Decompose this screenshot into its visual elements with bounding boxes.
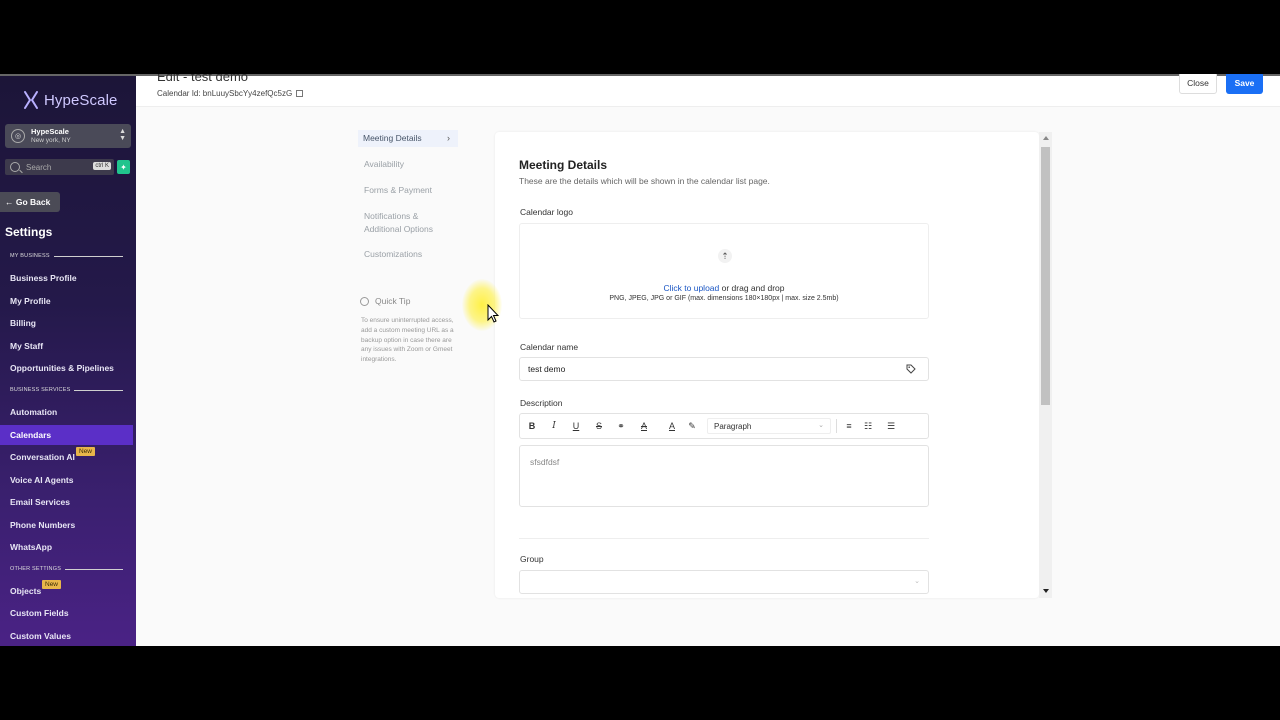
scroll-up-arrow-icon[interactable] <box>1043 136 1049 140</box>
page-title: Edit - test demo <box>157 74 249 84</box>
click-to-upload-link[interactable]: Click to upload <box>664 283 720 293</box>
paragraph-select[interactable]: Paragraph ⌄ <box>707 418 831 434</box>
calendar-logo-label: Calendar logo <box>520 207 573 217</box>
logo-upload-dropzone[interactable]: ⇡ Click to upload or drag and drop PNG, … <box>519 223 929 319</box>
tab-meeting-details[interactable]: Meeting Details › <box>358 130 458 147</box>
strikethrough-icon[interactable]: S <box>593 420 605 432</box>
sidebar-item-conversation-ai[interactable]: Conversation AI <box>0 447 133 467</box>
rich-text-toolbar: B I U S ⚭ A A ✎ Paragraph ⌄ ≡ ☷ ☰ <box>519 413 929 439</box>
toolbar-divider <box>836 419 837 433</box>
chevron-updown-icon: ▲ ▼ <box>119 128 126 142</box>
card-scrollbar[interactable] <box>1039 132 1052 598</box>
quick-action-button[interactable]: ✦ <box>117 160 130 174</box>
search-icon <box>10 162 20 172</box>
scroll-thumb[interactable] <box>1041 147 1050 405</box>
bold-icon[interactable]: B <box>526 420 538 432</box>
description-label: Description <box>520 398 563 408</box>
sidebar-item-my-staff[interactable]: My Staff <box>0 336 133 356</box>
section-business-services: BUSINESS SERVICES <box>10 387 123 393</box>
mouse-cursor-icon <box>487 304 499 323</box>
sidebar-item-business-profile[interactable]: Business Profile <box>0 268 133 288</box>
paragraph-select-value: Paragraph <box>714 421 752 431</box>
section-divider <box>519 538 929 539</box>
calendar-name-label: Calendar name <box>520 342 579 352</box>
search-placeholder: Search <box>26 162 52 172</box>
calendar-id-text: Calendar Id: bnLuuySbcYy4zefQc5zG <box>157 89 293 98</box>
search-shortcut: ctrl K <box>93 162 111 170</box>
close-button[interactable]: Close <box>1179 74 1217 94</box>
chevron-down-icon: ⌄ <box>818 422 824 429</box>
clear-format-icon[interactable]: A <box>638 420 650 432</box>
sidebar-item-objects[interactable]: Objects <box>0 581 133 601</box>
location-city: New york, NY <box>31 137 71 144</box>
group-label: Group <box>520 554 544 564</box>
sidebar-item-calendars[interactable]: Calendars <box>0 425 133 445</box>
calendar-name-value: test demo <box>528 364 566 374</box>
new-badge-conversation-ai: New <box>76 447 96 456</box>
sidebar: HypeScale ◎ HypeScale New york, NY ▲ ▼ Se… <box>0 76 136 646</box>
sidebar-item-voice-ai[interactable]: Voice AI Agents <box>0 470 133 490</box>
save-button[interactable]: Save <box>1226 74 1263 94</box>
sidebar-item-custom-values[interactable]: Custom Values <box>0 626 133 646</box>
quick-tip-text: To ensure uninterrupted access, add a cu… <box>361 317 454 364</box>
section-other-settings: OTHER SETTINGS <box>10 566 123 572</box>
sidebar-item-whatsapp[interactable]: WhatsApp <box>0 537 133 557</box>
section-title: Meeting Details <box>519 158 608 172</box>
sidebar-item-phone-numbers[interactable]: Phone Numbers <box>0 515 133 535</box>
tab-notifications[interactable]: Notifications & Additional Options <box>359 210 459 236</box>
bolt-icon: ✦ <box>120 162 127 172</box>
sidebar-item-email-services[interactable]: Email Services <box>0 492 133 512</box>
sidebar-item-opportunities[interactable]: Opportunities & Pipelines <box>0 358 133 378</box>
quick-tip: Quick Tip <box>360 296 410 306</box>
scroll-down-arrow-icon[interactable] <box>1043 589 1049 593</box>
italic-icon[interactable]: I <box>548 420 560 432</box>
location-name: HypeScale <box>31 127 69 136</box>
section-subtitle: These are the details which will be show… <box>519 176 770 186</box>
calendar-id: Calendar Id: bnLuuySbcYy4zefQc5zG <box>157 89 304 98</box>
search-input[interactable]: Search ctrl K <box>5 159 114 175</box>
go-back-button[interactable]: ← Go Back <box>0 192 60 212</box>
text-color-icon[interactable]: A <box>666 420 678 432</box>
chevron-down-icon: ⌄ <box>914 578 920 585</box>
bullet-list-icon[interactable]: ☷ <box>862 420 874 432</box>
chevron-right-icon: › <box>447 133 450 143</box>
tab-notifications-line-2: Additional Options <box>364 224 433 234</box>
copy-icon[interactable] <box>296 90 304 97</box>
tag-icon[interactable] <box>906 364 916 374</box>
sidebar-item-my-profile[interactable]: My Profile <box>0 291 133 311</box>
tab-notifications-line-1: Notifications & <box>364 211 419 221</box>
tab-meeting-details-label: Meeting Details <box>363 133 422 143</box>
tab-availability[interactable]: Availability <box>359 158 459 171</box>
link-icon[interactable]: ⚭ <box>615 420 627 432</box>
brand-logo[interactable]: HypeScale <box>22 88 117 112</box>
sidebar-item-billing[interactable]: Billing <box>0 313 133 333</box>
location-switcher[interactable]: ◎ HypeScale New york, NY ▲ ▼ <box>5 124 131 148</box>
new-badge-objects: New <box>42 580 62 589</box>
section-my-business: MY BUSINESS <box>10 253 123 259</box>
app-window: HypeScale ◎ HypeScale New york, NY ▲ ▼ Se… <box>0 74 1280 646</box>
description-editor[interactable]: sfsdfdsf <box>519 445 929 507</box>
cloud-upload-icon: ⇡ <box>718 249 732 263</box>
highlight-icon[interactable]: ✎ <box>686 420 698 432</box>
tab-forms-payment[interactable]: Forms & Payment <box>359 184 459 197</box>
tab-customizations[interactable]: Customizations <box>359 248 459 261</box>
settings-title: Settings <box>5 225 53 239</box>
lightbulb-icon <box>360 296 369 306</box>
meeting-details-card: Meeting Details These are the details wh… <box>495 132 1039 598</box>
location-avatar-icon: ◎ <box>11 129 25 143</box>
upload-instructions: Click to upload or drag and drop <box>520 283 928 293</box>
quick-tip-title: Quick Tip <box>375 296 411 306</box>
brand-name: HypeScale <box>44 91 118 109</box>
upload-drag-text: or drag and drop <box>719 283 785 293</box>
underline-icon[interactable]: U <box>570 420 582 432</box>
numbered-list-icon[interactable]: ☰ <box>885 420 897 432</box>
calendar-name-input[interactable]: test demo <box>519 357 929 381</box>
upload-hint: PNG, JPEG, JPG or GIF (max. dimensions 1… <box>609 295 839 302</box>
hypescale-logo-icon <box>24 91 38 109</box>
sidebar-item-automation[interactable]: Automation <box>0 402 133 422</box>
page-header: Edit - test demo Calendar Id: bnLuuySbcY… <box>136 74 1280 107</box>
group-select[interactable]: ⌄ <box>519 570 929 594</box>
align-left-icon[interactable]: ≡ <box>843 420 855 432</box>
sidebar-item-custom-fields[interactable]: Custom Fields <box>0 603 133 623</box>
